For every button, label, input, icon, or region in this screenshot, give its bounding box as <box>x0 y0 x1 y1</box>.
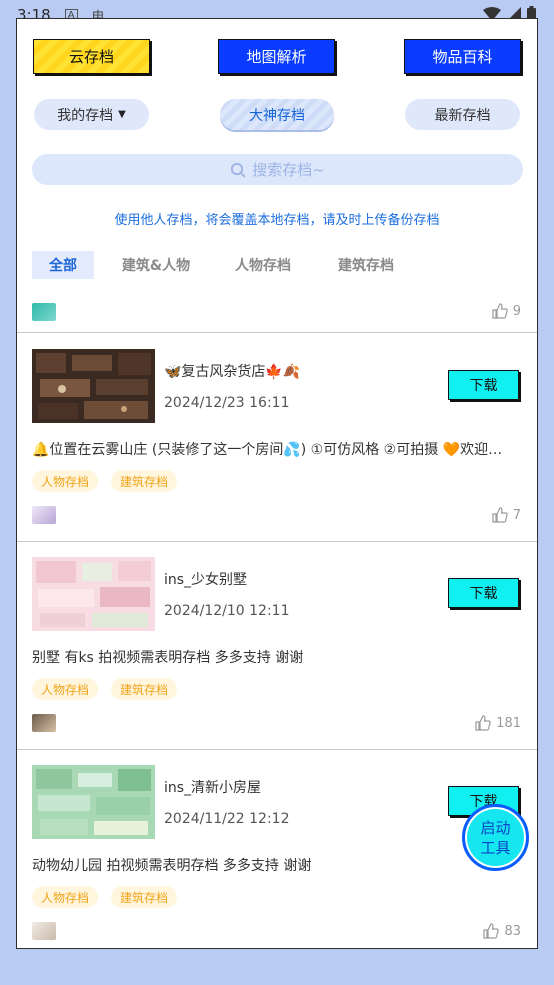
tag-character-save[interactable]: 人物存档 <box>32 678 99 700</box>
tag-character-save[interactable]: 人物存档 <box>32 470 99 492</box>
search-placeholder: 搜索存档~ <box>252 161 325 179</box>
tab-building-character[interactable]: 建筑&人物 <box>120 251 192 279</box>
like-count: 7 <box>512 507 521 523</box>
launch-tool-label-2: 工具 <box>480 838 511 857</box>
download-button[interactable]: 下载 <box>448 370 519 400</box>
avatar <box>32 303 56 321</box>
thumbs-up-icon <box>492 303 508 319</box>
save-thumbnail[interactable] <box>32 349 155 423</box>
category-tabs: 全部 建筑&人物 人物存档 建筑存档 <box>17 251 537 279</box>
tag-character-save[interactable]: 人物存档 <box>32 886 99 908</box>
post-date: 2024/12/10 12:11 <box>164 603 290 619</box>
like-button[interactable]: 83 <box>483 923 521 939</box>
launch-tool-label-1: 启动 <box>480 818 511 837</box>
launch-tool-button[interactable]: 启动 工具 <box>462 804 529 871</box>
my-saves-label: 我的存档 <box>57 107 114 124</box>
caret-down-icon: ▼ <box>118 109 126 120</box>
search-input[interactable]: 搜索存档~ <box>32 154 523 185</box>
like-count: 9 <box>512 303 521 319</box>
save-thumbnail[interactable] <box>32 557 155 631</box>
list-item[interactable]: ins_清新小房屋 2024/11/22 12:12 下载 动物幼儿园 拍视频需… <box>17 750 537 948</box>
avatar <box>32 506 56 524</box>
download-button[interactable]: 下载 <box>448 578 519 608</box>
like-count: 181 <box>496 715 521 731</box>
like-count: 83 <box>504 923 521 939</box>
post-date: 2024/12/23 16:11 <box>164 395 290 411</box>
list-item[interactable]: 🦋复古风杂货店🍁🍂 2024/12/23 16:11 下载 🔔位置在云雾山庄 (… <box>17 334 537 542</box>
tab-master-saves[interactable]: 大神存档 <box>220 99 334 130</box>
like-button[interactable]: 9 <box>492 303 521 319</box>
like-button[interactable]: 181 <box>475 715 521 731</box>
list-item[interactable]: ins_少女别墅 2024/12/10 12:11 下载 别墅 有ks 拍视频需… <box>17 542 537 750</box>
tag-building-save[interactable]: 建筑存档 <box>111 886 178 908</box>
like-button[interactable]: 7 <box>492 507 521 523</box>
tab-character-saves[interactable]: 人物存档 <box>232 251 294 279</box>
post-description: 动物幼儿园 拍视频需表明存档 多多支持 谢谢 <box>32 858 312 874</box>
post-description: 🔔位置在云雾山庄 (只装修了这一个房间💦) ①可仿风格 ②可拍摄 🧡欢迎… <box>32 442 503 458</box>
retro-store-image <box>32 349 155 423</box>
thumbs-up-icon <box>492 507 508 523</box>
tag-building-save[interactable]: 建筑存档 <box>111 678 178 700</box>
thumbs-up-icon <box>483 923 500 939</box>
item-wiki-button[interactable]: 物品百科 <box>404 39 521 74</box>
map-analysis-button[interactable]: 地图解析 <box>218 39 335 74</box>
save-thumbnail[interactable] <box>32 765 155 839</box>
list-item[interactable]: 9 <box>17 301 537 333</box>
avatar <box>32 922 56 940</box>
thumbs-up-icon <box>475 715 491 731</box>
pink-villa-image <box>32 557 155 631</box>
my-saves-dropdown[interactable]: 我的存档 ▼ <box>34 99 149 130</box>
tab-all[interactable]: 全部 <box>32 251 94 279</box>
post-title: ins_清新小房屋 <box>164 780 262 796</box>
tab-building-saves[interactable]: 建筑存档 <box>335 251 397 279</box>
tag-building-save[interactable]: 建筑存档 <box>111 470 178 492</box>
cloud-save-button[interactable]: 云存档 <box>33 39 150 74</box>
post-description: 别墅 有ks 拍视频需表明存档 多多支持 谢谢 <box>32 650 304 666</box>
avatar <box>32 714 56 732</box>
post-title: 🦋复古风杂货店🍁🍂 <box>164 364 301 380</box>
fresh-house-image <box>32 765 155 839</box>
tab-newest-saves[interactable]: 最新存档 <box>405 99 520 130</box>
post-title: ins_少女别墅 <box>164 572 248 588</box>
main-card: 云存档 地图解析 物品百科 我的存档 ▼ 大神存档 最新存档 搜索存档~ 使用他… <box>16 18 538 949</box>
search-icon <box>231 162 246 178</box>
overwrite-notice: 使用他人存档，将会覆盖本地存档，请及时上传备份存档 <box>114 213 440 228</box>
post-date: 2024/11/22 12:12 <box>164 811 290 827</box>
